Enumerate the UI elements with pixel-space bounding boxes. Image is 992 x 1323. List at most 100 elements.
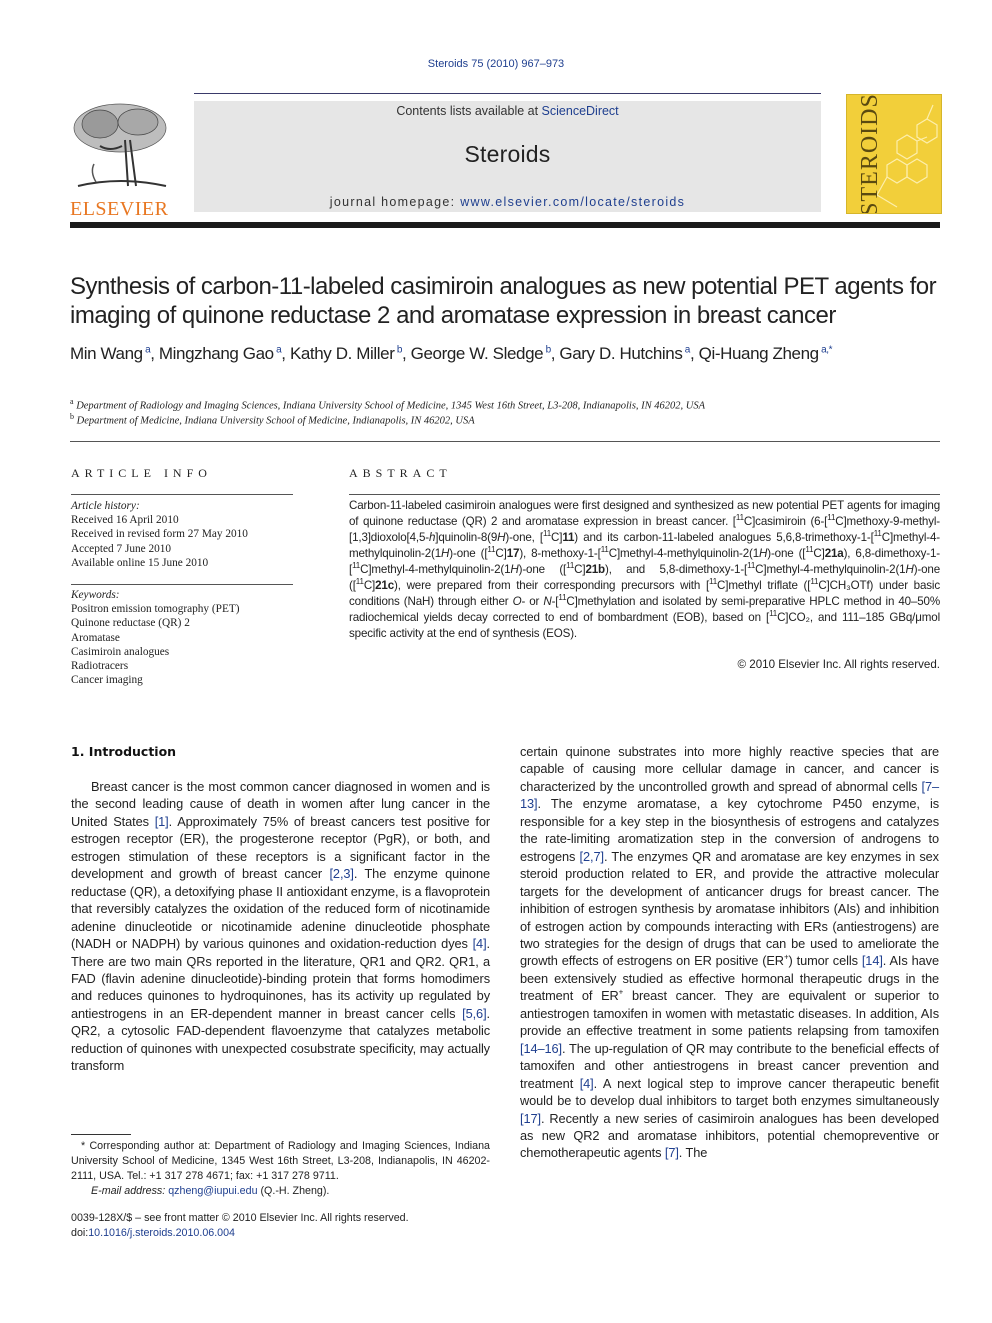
history-item: Received 16 April 2010 <box>71 514 179 527</box>
compound-number: 21a <box>824 547 844 560</box>
author-name: Qi-Huang Zheng <box>698 344 819 363</box>
history-label: Article history: <box>71 500 140 512</box>
author-name: George W. Sledge <box>410 344 544 363</box>
contents-line: Contents lists available at ScienceDirec… <box>194 104 821 118</box>
journal-title: Steroids <box>464 141 551 167</box>
email-label: E-mail address: <box>91 1185 169 1197</box>
doi-line: doi:10.1016/j.steroids.2010.06.004 <box>71 1226 409 1241</box>
superscript: 11 <box>558 593 567 603</box>
journal-header-band: Contents lists available at ScienceDirec… <box>194 101 821 212</box>
corresponding-author-text: * Corresponding author at: Department of… <box>71 1140 490 1182</box>
affiliation-text: Department of Medicine, Indiana Universi… <box>76 415 475 427</box>
reference-link[interactable]: [14] <box>862 953 883 968</box>
abstract-copyright: © 2010 Elsevier Inc. All rights reserved… <box>737 658 940 671</box>
author-affiliation-mark[interactable]: a <box>682 344 691 355</box>
author-name: Kathy D. Miller <box>289 344 395 363</box>
elsevier-tree-icon <box>70 100 170 192</box>
keyword-item: Radiotracers <box>71 660 129 673</box>
superscript: + <box>618 988 624 998</box>
author-name: Gary D. Hutchins <box>559 344 683 363</box>
elsevier-logo: ELSEVIER <box>70 100 172 219</box>
journal-homepage: journal homepage: www.elsevier.com/locat… <box>194 195 821 209</box>
italic-text: H <box>510 563 519 576</box>
italic-text: O <box>512 595 522 608</box>
compound-number: 21b <box>585 563 605 576</box>
keyword-item: Aromatase <box>71 631 120 644</box>
italic-text: N <box>543 595 552 608</box>
issn-line: 0039-128X/$ – see front matter © 2010 El… <box>71 1212 409 1224</box>
affiliation-mark: a <box>70 397 74 406</box>
corresponding-author-footnote: * Corresponding author at: Department of… <box>71 1139 490 1199</box>
email-line: E-mail address: qzheng@iupui.edu (Q.-H. … <box>71 1184 490 1199</box>
article-info-rule <box>71 494 293 495</box>
sciencedirect-link[interactable]: ScienceDirect <box>542 104 619 118</box>
contents-prefix: Contents lists available at <box>396 104 542 118</box>
superscript: 11 <box>810 577 819 587</box>
compound-number: 11 <box>562 531 575 544</box>
reference-link[interactable]: [14–16] <box>520 1041 562 1056</box>
superscript: 11 <box>827 513 836 523</box>
reference-link[interactable]: [4] <box>580 1076 594 1091</box>
abstract-heading: ABSTRACT <box>349 466 452 480</box>
email-suffix: (Q.-H. Zheng). <box>257 1185 330 1197</box>
affiliation-mark: b <box>70 412 74 421</box>
superscript: 11 <box>352 561 361 571</box>
keyword-item: Casimiroin analogues <box>71 645 170 658</box>
journal-cover-thumbnail[interactable]: STEROIDS <box>846 94 942 214</box>
author-affiliation-mark[interactable]: b <box>543 344 552 355</box>
superscript: 11 <box>487 545 496 555</box>
superscript: 11 <box>735 513 744 523</box>
section-heading-introduction: 1. Introduction <box>71 744 177 759</box>
cover-title: STEROIDS <box>856 94 883 214</box>
superscript: 11 <box>747 561 756 571</box>
footnote-rule <box>71 1134 131 1135</box>
reference-link[interactable]: [5,6] <box>462 1006 487 1021</box>
author-affiliation-mark[interactable]: a <box>274 344 282 355</box>
author-affiliation-mark[interactable]: a,* <box>819 344 832 355</box>
reference-link[interactable]: [2,7] <box>580 849 605 864</box>
keywords-rule <box>71 584 293 585</box>
compound-number: 17 <box>506 547 520 560</box>
italic-text: h <box>428 531 436 544</box>
reference-link[interactable]: [7–13] <box>520 779 939 811</box>
author-affiliation-mark[interactable]: b <box>394 344 403 355</box>
article-history: Article history: Received 16 April 2010 … <box>71 499 293 570</box>
article-info-heading: ARTICLE INFO <box>71 466 212 480</box>
author-name: Min Wang <box>70 344 143 363</box>
reference-link[interactable]: [4] <box>473 936 487 951</box>
reference-link[interactable]: [7] <box>665 1145 679 1160</box>
doi-link[interactable]: 10.1016/j.steroids.2010.06.004 <box>88 1227 235 1239</box>
compound-number: 21c <box>375 579 395 592</box>
italic-text: H <box>905 563 914 576</box>
keyword-item: Positron emission tomography (PET) <box>71 603 240 616</box>
abstract-rule <box>349 494 940 495</box>
italic-text: H <box>497 531 506 544</box>
superscript: 11 <box>709 577 718 587</box>
affiliation-text: Department of Radiology and Imaging Scie… <box>76 400 706 412</box>
journal-citation[interactable]: Steroids 75 (2010) 967–973 <box>0 58 992 70</box>
keyword-item: Cancer imaging <box>71 674 143 687</box>
header-heavy-rule <box>70 222 940 228</box>
superscript: 11 <box>873 529 882 539</box>
reference-link[interactable]: [17] <box>520 1111 541 1126</box>
history-item: Received in revised form 27 May 2010 <box>71 528 248 541</box>
email-link[interactable]: qzheng@iupui.edu <box>168 1185 257 1197</box>
keyword-item: Quinone reductase (QR) 2 <box>71 617 190 630</box>
history-item: Available online 15 June 2010 <box>71 556 209 569</box>
author-name: Mingzhang Gao <box>158 344 274 363</box>
body-column-right: certain quinone substrates into more hig… <box>520 744 939 1161</box>
superscript: 11 <box>805 545 814 555</box>
doi-prefix: doi: <box>71 1227 89 1239</box>
author-affiliation-mark[interactable]: a <box>143 344 151 355</box>
reference-link[interactable]: [1] <box>155 814 169 829</box>
superscript: 11 <box>600 545 609 555</box>
superscript: 11 <box>566 561 575 571</box>
keywords: Keywords: Positron emission tomography (… <box>71 588 293 687</box>
paper-title: Synthesis of carbon-11-labeled casimiroi… <box>70 273 937 329</box>
homepage-link[interactable]: www.elsevier.com/locate/steroids <box>460 195 685 209</box>
history-item: Accepted 7 June 2010 <box>71 542 172 555</box>
reference-link[interactable]: [2,3] <box>329 866 354 881</box>
front-matter: 0039-128X/$ – see front matter © 2010 El… <box>71 1211 409 1241</box>
affiliation-b: b Department of Medicine, Indiana Univer… <box>70 412 475 427</box>
author-list: Min Wang a, Mingzhang Gao a, Kathy D. Mi… <box>70 344 833 363</box>
